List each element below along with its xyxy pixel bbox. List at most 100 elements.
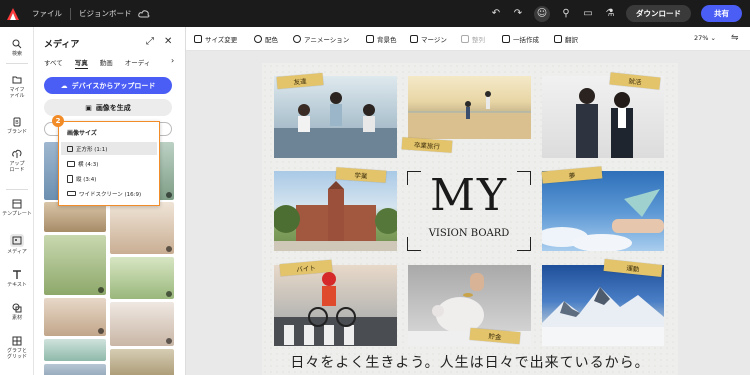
- rail-item-my-files[interactable]: マイファイル: [0, 75, 34, 99]
- document-title[interactable]: ビジョンボード: [79, 8, 132, 19]
- template-icon: [12, 199, 22, 209]
- chevron-right-icon[interactable]: ›: [171, 56, 174, 65]
- tool-label: 整列: [472, 36, 485, 44]
- tool-label: 配色: [265, 36, 278, 44]
- download-button[interactable]: ダウンロード: [626, 5, 691, 22]
- margin-tool[interactable]: マージン: [410, 34, 447, 44]
- bulk-create-tool[interactable]: 一括作成: [502, 34, 539, 44]
- rail-label: アップロード: [9, 161, 25, 173]
- expand-icon[interactable]: ⤢: [146, 36, 154, 47]
- tab-videos[interactable]: 動画: [100, 57, 113, 69]
- resize-icon: [194, 35, 202, 43]
- photo-graduation-trip[interactable]: [408, 76, 531, 139]
- photo-thumbnail[interactable]: [44, 202, 106, 232]
- landscape-icon: [67, 160, 75, 167]
- board-slogan[interactable]: 日々をよく生きよう。人生は日々で出来ているから。: [262, 352, 678, 372]
- photo-thumbnail[interactable]: [110, 302, 174, 346]
- size-option-square[interactable]: 正方形 (1:1): [61, 142, 157, 155]
- add-person-icon[interactable]: ☺: [534, 5, 550, 22]
- palette-icon: [254, 35, 262, 43]
- margin-icon: [410, 35, 418, 43]
- divider: [6, 189, 28, 190]
- media-icon: [10, 234, 24, 247]
- photo-thumbnail[interactable]: [44, 364, 106, 375]
- step-badge: 2: [52, 115, 64, 127]
- photo-friends[interactable]: [274, 76, 397, 158]
- rail-item-upload[interactable]: アップロード: [0, 149, 34, 173]
- flask-icon[interactable]: ⚗: [604, 8, 616, 20]
- photo-thumbnail[interactable]: [110, 349, 174, 375]
- tab-all[interactable]: すべて: [44, 57, 63, 69]
- redo-icon[interactable]: ↷: [512, 8, 524, 20]
- tool-label: サイズ変更: [205, 36, 238, 44]
- generate-image-button[interactable]: ▣ 画像を生成: [44, 99, 172, 116]
- frame-corner: [517, 237, 531, 251]
- photo-thumbnail[interactable]: [44, 235, 106, 295]
- board-subtitle[interactable]: VISION BOARD: [407, 228, 531, 239]
- photo-thumbnail[interactable]: [44, 339, 106, 361]
- board-title[interactable]: MY: [407, 172, 531, 220]
- photo-thumbnail[interactable]: [110, 257, 174, 299]
- tab-audio[interactable]: オーディ: [125, 57, 151, 69]
- rail-item-brand[interactable]: B ブランド: [0, 117, 34, 135]
- rail-item-elements[interactable]: 素材: [0, 303, 34, 321]
- layers-icon[interactable]: ⇋: [731, 33, 739, 43]
- animation-tool[interactable]: アニメーション: [293, 34, 349, 44]
- color-scheme-tool[interactable]: 配色: [254, 34, 278, 44]
- align-icon: [461, 35, 469, 43]
- zoom-value: 27%: [694, 34, 709, 42]
- zoom-level[interactable]: 27% ⌄: [694, 34, 716, 42]
- close-icon[interactable]: ✕: [164, 36, 172, 47]
- file-menu[interactable]: ファイル: [32, 8, 62, 19]
- photo-job-hunting[interactable]: [542, 76, 664, 158]
- tab-photos[interactable]: 写真: [74, 57, 88, 69]
- rail-item-charts-grids[interactable]: グラフとグリッド: [0, 336, 34, 360]
- widescreen-icon: [67, 191, 76, 196]
- brand-icon: B: [13, 117, 21, 127]
- rail-item-templates[interactable]: テンプレート: [0, 199, 34, 217]
- paper-plane-sky-scene: [542, 189, 664, 251]
- rail-label: ブランド: [6, 129, 27, 135]
- photo-thumbnail[interactable]: [44, 298, 106, 336]
- undo-icon[interactable]: ↶: [490, 8, 502, 20]
- tool-label: アニメーション: [304, 36, 350, 44]
- align-tool[interactable]: 整列: [461, 34, 485, 44]
- cloud-upload-icon: ☁: [60, 81, 68, 90]
- translate-tool[interactable]: 翻訳: [554, 34, 578, 44]
- rail-label: テンプレート: [2, 211, 32, 217]
- generate-label: 画像を生成: [95, 103, 131, 112]
- rail-item-search[interactable]: 検索: [0, 39, 34, 57]
- share-button[interactable]: 共有: [701, 5, 742, 22]
- photo-study[interactable]: [274, 171, 397, 251]
- adobe-express-logo-icon[interactable]: [0, 0, 26, 27]
- rail-item-media[interactable]: メディア: [0, 234, 34, 255]
- background-icon: [366, 35, 374, 43]
- media-tabs: すべて 写真 動画 オーディ: [44, 57, 179, 69]
- translate-icon: [554, 35, 562, 43]
- size-option-landscape[interactable]: 横 (4:3): [61, 157, 157, 170]
- business-people-scene: [576, 88, 633, 158]
- size-option-portrait[interactable]: 縦 (3:4): [61, 172, 157, 185]
- rail-label: メディア: [7, 249, 27, 255]
- rail-label: マイファイル: [9, 87, 25, 99]
- beach-scene: [408, 91, 531, 139]
- photo-thumbnail[interactable]: [110, 202, 174, 254]
- divider: [70, 7, 71, 20]
- rail-item-text[interactable]: テキスト: [0, 270, 34, 288]
- portrait-icon: [67, 174, 73, 183]
- location-pin-icon[interactable]: ⚲: [560, 8, 572, 20]
- top-bar: ファイル ビジョンボード ↶ ↷ ☺ ⚲ ▭ ⚗ ダウンロード 共有: [0, 0, 750, 27]
- background-color-tool[interactable]: 背景色: [366, 34, 397, 44]
- upload-from-device-button[interactable]: ☁ デバイスからアップロード: [44, 77, 172, 94]
- photo-dream[interactable]: [542, 171, 664, 251]
- photo-exercise[interactable]: [542, 265, 664, 346]
- photo-part-time-job[interactable]: [274, 265, 397, 346]
- comment-icon[interactable]: ▭: [582, 8, 594, 20]
- size-option-widescreen[interactable]: ワイドスクリーン (16:9): [61, 187, 157, 200]
- left-rail: 検索 マイファイル B ブランド アップロード テンプレート メディア テキスト…: [0, 27, 34, 375]
- search-icon: [12, 39, 22, 49]
- editor-toolbar: サイズ変更 配色 アニメーション 背景色 マージン 整列 一括作成 翻訳 27%…: [186, 27, 750, 51]
- rail-label: 検索: [11, 51, 22, 57]
- resize-tool[interactable]: サイズ変更: [194, 34, 237, 44]
- option-label: 横 (4:3): [78, 161, 99, 168]
